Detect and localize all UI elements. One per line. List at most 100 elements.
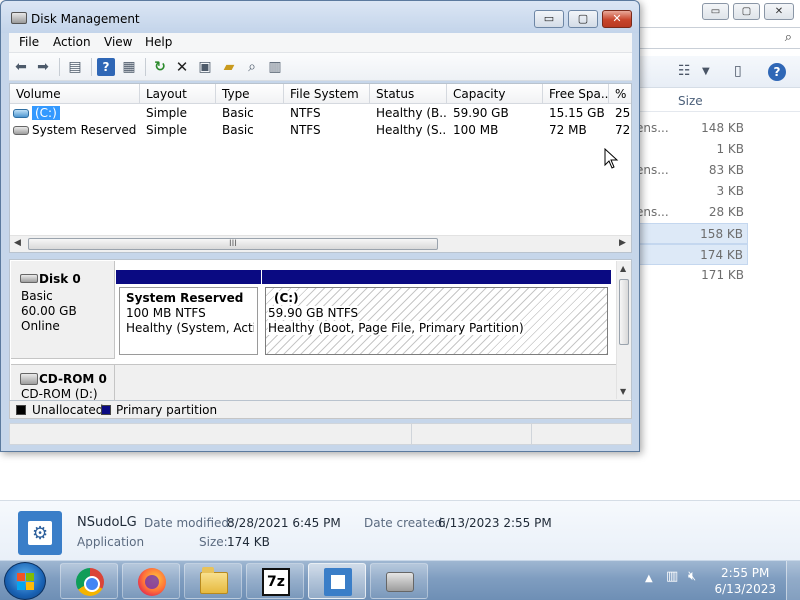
- menu-help[interactable]: Help: [145, 35, 172, 49]
- start-button[interactable]: [4, 562, 46, 600]
- disk0-size: 60.00 GB: [21, 304, 77, 318]
- col-layout[interactable]: Layout: [140, 84, 216, 104]
- legend-label-unallocated: Unallocated: [32, 403, 104, 417]
- horizontal-scrollbar[interactable]: ◀ III ▶: [10, 235, 631, 252]
- explorer-close-button[interactable]: ✕: [764, 3, 794, 20]
- view-options-icon[interactable]: ☷: [678, 63, 691, 79]
- chevron-down-icon[interactable]: ▼: [702, 66, 710, 77]
- scroll-thumb[interactable]: III: [28, 238, 438, 250]
- file-row[interactable]: ens... 83 KB: [636, 160, 748, 181]
- forward-arrow-icon[interactable]: ➡: [34, 58, 52, 76]
- help-icon[interactable]: ?: [768, 63, 786, 81]
- col-free-space[interactable]: Free Spa...: [543, 84, 609, 104]
- toolbar: ⬅ ➡ ▤ ? ▦ ↻ ✕ ▣ ▰ ⌕ ▥: [9, 53, 632, 81]
- taskbar-drive-app[interactable]: [370, 563, 428, 599]
- show-desktop-button[interactable]: [786, 561, 800, 600]
- settings-icon[interactable]: ▣: [196, 58, 214, 76]
- network-icon[interactable]: ▥: [666, 569, 678, 584]
- cdrom-row: CD-ROM 0 CD-ROM (D:): [11, 364, 630, 401]
- cdrom-name: CD-ROM 0: [39, 372, 107, 386]
- properties-list-icon[interactable]: ▥: [266, 58, 284, 76]
- partition-system-reserved[interactable]: System Reserved 100 MB NTFS Healthy (Sys…: [116, 270, 261, 358]
- col-type[interactable]: Type: [216, 84, 284, 104]
- open-folder-icon[interactable]: ▰: [220, 58, 238, 76]
- vertical-scrollbar[interactable]: ▲ ▼: [616, 261, 631, 399]
- taskbar-7zip[interactable]: 7z: [246, 563, 304, 599]
- console-tree-icon[interactable]: ▤: [66, 58, 84, 76]
- search-icon[interactable]: ⌕: [243, 58, 261, 76]
- scroll-up-icon[interactable]: ▲: [620, 264, 626, 273]
- taskbar-explorer[interactable]: [184, 563, 242, 599]
- delete-icon[interactable]: ✕: [173, 58, 191, 76]
- clock[interactable]: 2:55 PM 6/13/2023: [714, 565, 776, 597]
- taskbar: 7z ▲ ▥ 🔇︎ 2:55 PM 6/13/2023: [0, 560, 800, 600]
- volume-muted-icon[interactable]: 🔇︎: [688, 569, 696, 584]
- taskbar-disk-management[interactable]: [308, 563, 366, 599]
- disk-management-icon: [324, 568, 352, 596]
- size-column-header[interactable]: Size: [678, 94, 703, 108]
- date-created-value: 6/13/2023 2:55 PM: [438, 516, 552, 530]
- size-label: Size:: [199, 535, 228, 549]
- scroll-left-icon[interactable]: ◀: [14, 238, 21, 248]
- close-button[interactable]: ✕: [602, 10, 632, 28]
- scroll-down-icon[interactable]: ▼: [620, 387, 626, 396]
- menu-file[interactable]: File: [19, 35, 39, 49]
- partition-bar: [262, 270, 611, 284]
- volume-layout: Simple: [146, 106, 187, 120]
- preview-pane-icon[interactable]: ▯: [734, 63, 742, 79]
- disk-management-app-icon: [11, 12, 27, 24]
- scroll-thumb[interactable]: [619, 279, 629, 345]
- gear-icon: ⚙: [32, 523, 49, 544]
- volume-free: 15.15 GB: [549, 106, 605, 120]
- refresh-icon[interactable]: ↻: [151, 58, 169, 76]
- volume-free: 72 MB: [549, 123, 587, 137]
- file-row[interactable]: ens... 148 KB: [636, 118, 748, 139]
- cdrom-label[interactable]: CD-ROM 0 CD-ROM (D:): [11, 365, 115, 401]
- col-capacity[interactable]: Capacity: [447, 84, 543, 104]
- col-file-system[interactable]: File System: [284, 84, 370, 104]
- status-segment: [412, 424, 532, 444]
- menu-action[interactable]: Action: [53, 35, 91, 49]
- partition-c[interactable]: (C:) 59.90 GB NTFS Healthy (Boot, Page F…: [262, 270, 611, 358]
- maximize-button[interactable]: ▢: [568, 10, 598, 28]
- folder-icon: [200, 567, 228, 594]
- menu-view[interactable]: View: [104, 35, 132, 49]
- help-icon[interactable]: ?: [97, 58, 115, 76]
- explorer-toolbar: ☷ ▼ ▯ ?: [636, 56, 800, 88]
- file-row[interactable]: ens... 28 KB: [636, 202, 748, 223]
- disk-management-titlebar[interactable]: Disk Management ▭ ▢ ✕: [1, 1, 639, 33]
- partition-name: (C:): [274, 291, 299, 305]
- col-percent-free[interactable]: % F: [609, 84, 631, 104]
- tray-show-hidden-icon[interactable]: ▲: [645, 573, 653, 584]
- back-arrow-icon[interactable]: ⬅: [12, 58, 30, 76]
- disk-management-window: Disk Management ▭ ▢ ✕ File Action View H…: [0, 0, 640, 452]
- legend-swatch-primary: [101, 405, 111, 415]
- date-modified-label: Date modified:: [144, 516, 234, 530]
- file-row[interactable]: 174 KB: [636, 244, 748, 265]
- volume-status: Healthy (S...: [376, 123, 446, 137]
- scroll-right-icon[interactable]: ▶: [619, 238, 626, 248]
- col-volume[interactable]: Volume: [10, 84, 140, 104]
- file-row[interactable]: 171 KB: [636, 265, 748, 286]
- volume-row-c[interactable]: (C:) Simple Basic NTFS Healthy (B... 59.…: [10, 105, 631, 122]
- volume-row-system-reserved[interactable]: System Reserved Simple Basic NTFS Health…: [10, 122, 631, 139]
- explorer-maximize-button[interactable]: ▢: [733, 3, 760, 20]
- volume-c-icon: [13, 109, 29, 118]
- explorer-search-box[interactable]: ⌕: [636, 27, 800, 49]
- explorer-minimize-button[interactable]: ▭: [702, 3, 729, 20]
- explorer-column-header: Size: [636, 90, 800, 112]
- clock-time: 2:55 PM: [721, 566, 770, 580]
- file-row[interactable]: 3 KB: [636, 181, 748, 202]
- file-row[interactable]: 1 KB: [636, 139, 748, 160]
- taskbar-firefox[interactable]: [122, 563, 180, 599]
- col-status[interactable]: Status: [370, 84, 447, 104]
- properties-icon[interactable]: ▦: [120, 58, 138, 76]
- file-row[interactable]: 158 KB: [636, 223, 748, 244]
- taskbar-chrome[interactable]: [60, 563, 118, 599]
- file-row-name-fragment: ens...: [636, 205, 669, 219]
- details-pane: ⚙ NSudoLG Application Date modified: 8/2…: [0, 500, 800, 560]
- disk0-label[interactable]: Disk 0 Basic 60.00 GB Online: [11, 261, 115, 359]
- minimize-button[interactable]: ▭: [534, 10, 564, 28]
- search-icon[interactable]: ⌕: [785, 30, 792, 45]
- date-created-label: Date created:: [364, 516, 447, 530]
